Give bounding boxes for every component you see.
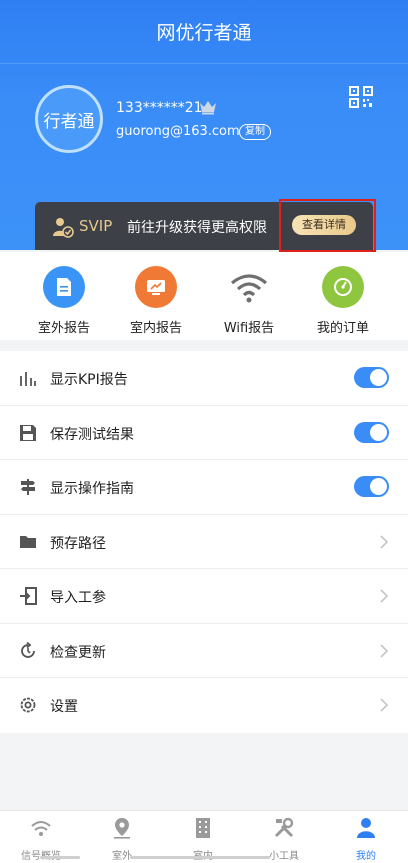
user-email: guorong@163.com	[116, 124, 240, 139]
svip-promo-text: 前往升级获得更高权限	[127, 220, 267, 236]
folder-icon	[20, 535, 36, 548]
chevron-right-icon	[380, 643, 388, 658]
setting-label: 导入工参	[50, 590, 106, 606]
quick-outdoor-report[interactable]: 室外报告	[19, 266, 109, 336]
setting-check-update[interactable]: 检查更新	[0, 624, 408, 678]
home-indicator-segment	[40, 856, 80, 859]
quick-label: 室外报告	[37, 321, 90, 336]
setting-label: 预存路径	[50, 535, 106, 552]
setting-show-guide: 显示操作指南	[0, 460, 408, 515]
header-divider	[0, 63, 408, 64]
tab-label: 室外	[112, 851, 132, 862]
crown-icon	[200, 101, 216, 115]
setting-label: 保存测试结果	[50, 426, 134, 443]
view-details-button[interactable]: 查看详情	[292, 215, 356, 235]
chevron-right-icon	[380, 534, 388, 549]
setting-label: 检查更新	[50, 644, 106, 661]
setting-settings[interactable]: 设置	[0, 678, 408, 733]
document-icon	[43, 266, 85, 308]
setting-import-params[interactable]: 导入工参	[0, 569, 408, 624]
save-icon	[20, 424, 36, 441]
tab-label: 信号概览	[6, 847, 76, 862]
setting-prestored-path[interactable]: 预存路径	[0, 515, 408, 569]
setting-label: 显示KPI报告	[50, 372, 128, 388]
tab-mine[interactable]: 我的	[331, 817, 401, 862]
refresh-icon	[21, 641, 35, 658]
chevron-right-icon	[380, 698, 388, 712]
save-results-toggle[interactable]	[354, 421, 389, 443]
svip-detail-highlight: 查看详情	[279, 199, 376, 252]
bar-chart-icon	[20, 372, 36, 386]
avatar[interactable]: 行者通	[35, 85, 103, 153]
quick-indoor-report[interactable]: 室内报告	[111, 266, 201, 336]
quick-my-orders[interactable]: 我的订单	[298, 266, 388, 336]
quick-label: 我的订单	[316, 321, 369, 336]
kpi-report-toggle[interactable]	[354, 367, 389, 388]
copy-button[interactable]: 复制	[239, 124, 271, 140]
setting-label: 设置	[50, 699, 78, 715]
svip-label: SVIP	[79, 217, 113, 235]
tab-label: 我的	[356, 851, 376, 862]
wifi-icon	[228, 266, 270, 308]
monitor-icon	[135, 266, 177, 308]
user-phone: 133******21	[116, 100, 203, 116]
settings-list: 显示KPI报告 保存测试结果 显示操作指南 预存路径 导入工参 检查更新 设置	[0, 351, 408, 733]
guide-toggle[interactable]	[354, 476, 389, 497]
signal-icon	[31, 821, 51, 836]
person-icon	[357, 818, 375, 838]
setting-show-kpi-report: 显示KPI报告	[0, 351, 408, 406]
vip-user-icon	[53, 218, 74, 238]
tools-icon	[274, 817, 294, 838]
gauge-icon	[322, 266, 364, 308]
chevron-right-icon	[380, 589, 388, 603]
import-icon	[20, 587, 37, 605]
tab-label: 小工具	[269, 851, 299, 862]
quick-label: Wifi报告	[223, 321, 275, 336]
gear-icon	[20, 697, 36, 713]
home-indicator	[130, 856, 270, 859]
quick-actions: 室外报告 室内报告 Wifi报告 我的订单	[0, 252, 408, 340]
quick-wifi-report[interactable]: Wifi报告	[204, 266, 294, 336]
signpost-icon	[21, 479, 35, 495]
building-icon	[196, 818, 210, 838]
quick-label: 室内报告	[129, 321, 182, 336]
tab-label: 室内	[168, 847, 238, 862]
location-pin-icon	[114, 818, 130, 839]
setting-label: 显示操作指南	[50, 481, 134, 497]
qr-code-icon[interactable]	[349, 86, 373, 108]
setting-save-test-results: 保存测试结果	[0, 406, 408, 460]
page-title: 网优行者通	[156, 22, 252, 44]
